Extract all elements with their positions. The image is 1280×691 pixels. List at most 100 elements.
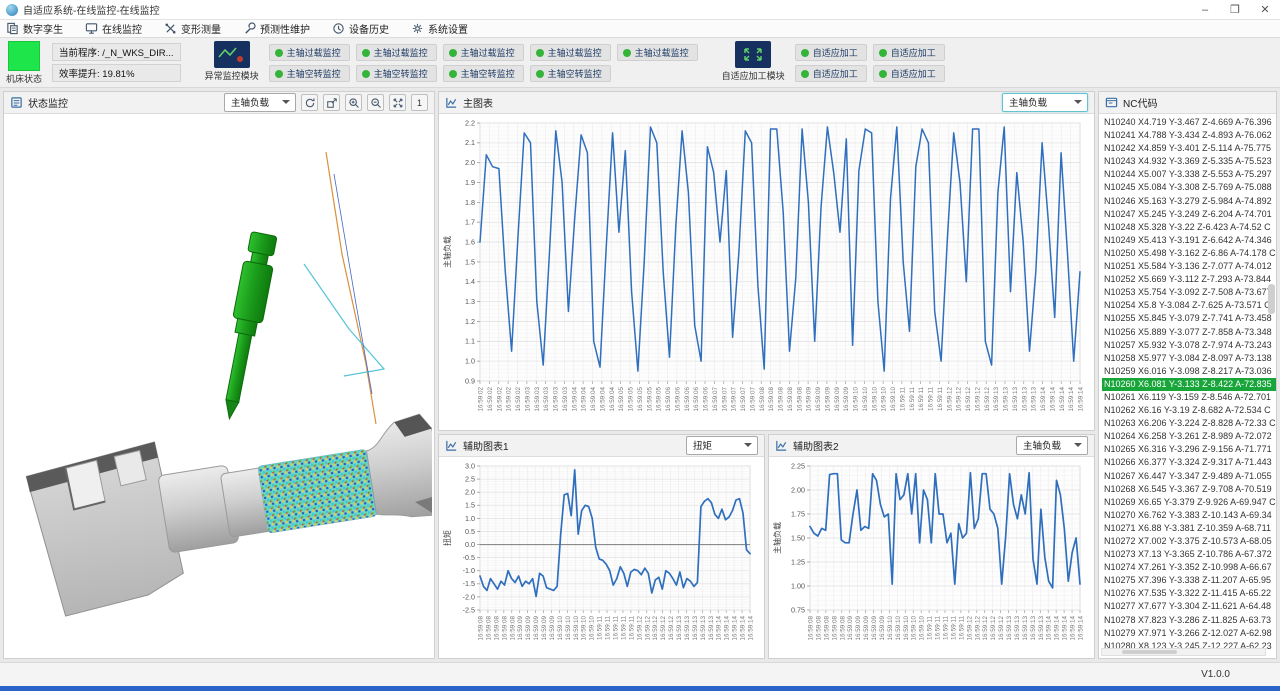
status-dot-icon — [623, 49, 631, 57]
menu-item-digital-twin[interactable]: 数字孪生 — [6, 21, 63, 36]
spindle-overload-button-1[interactable]: 主轴过载监控 — [269, 44, 350, 61]
nc-code-line[interactable]: N10259 X6.016 Y-3.098 Z-8.217 A-73.036 — [1102, 365, 1276, 378]
nc-code-line[interactable]: N10246 X5.163 Y-3.279 Z-5.984 A-74.892 — [1102, 195, 1276, 208]
nc-horizontal-scrollbar[interactable] — [1101, 648, 1266, 656]
svg-text:16:59:09: 16:59:09 — [549, 616, 556, 641]
nc-code-line[interactable]: N10253 X5.754 Y-3.092 Z-7.508 A-73.677 — [1102, 286, 1276, 299]
nc-code-line[interactable]: N10247 X5.245 Y-3.249 Z-6.204 A-74.701 — [1102, 208, 1276, 221]
nc-code-line[interactable]: N10276 X7.535 Y-3.322 Z-11.415 A-65.22 — [1102, 587, 1276, 600]
nc-vscroll-thumb[interactable] — [1268, 284, 1275, 314]
nc-code-line[interactable]: N10266 X6.377 Y-3.324 Z-9.317 A-71.443 — [1102, 456, 1276, 469]
menu-item-system-settings[interactable]: 系统设置 — [411, 21, 468, 36]
nc-hscroll-thumb[interactable] — [1122, 650, 1177, 654]
button-label: 主轴空转监控 — [287, 67, 341, 80]
adaptive-machining-button-2[interactable]: 自适应加工 — [873, 44, 945, 61]
nc-code-line[interactable]: N10278 X7.823 Y-3.286 Z-11.825 A-63.73 — [1102, 614, 1276, 627]
nc-code-line[interactable]: N10262 X6.16 Y-3.19 Z-8.682 A-72.534 C — [1102, 404, 1276, 417]
nc-code-list[interactable]: N10240 X4.719 Y-3.467 Z-4.669 A-76.396N1… — [1099, 114, 1276, 658]
zoom-in-button[interactable] — [345, 94, 362, 111]
nc-code-line[interactable]: N10264 X6.258 Y-3.261 Z-8.989 A-72.072 — [1102, 430, 1276, 443]
nc-vertical-scrollbar[interactable] — [1268, 116, 1275, 416]
menu-item-deform-measure[interactable]: 变形测量 — [164, 21, 221, 36]
svg-text:16:59:12: 16:59:12 — [668, 616, 675, 641]
spindle-overload-button-2[interactable]: 主轴过载监控 — [356, 44, 437, 61]
status-signal-dropdown[interactable]: 主轴负载 — [224, 93, 296, 112]
nc-code-line[interactable]: N10249 X5.413 Y-3.191 Z-6.642 A-74.346 — [1102, 234, 1276, 247]
nc-code-line[interactable]: N10279 X7.971 Y-3.266 Z-12.027 A-62.98 — [1102, 627, 1276, 640]
nc-code-line[interactable]: N10257 X5.932 Y-3.078 Z-7.974 A-73.243 — [1102, 339, 1276, 352]
adaptive-module[interactable]: 自适应加工模块 — [722, 41, 785, 82]
window-controls: – ❐ ✕ — [1190, 0, 1280, 19]
spindle-overload-button-4[interactable]: 主轴过载监控 — [530, 44, 611, 61]
svg-text:1.25: 1.25 — [791, 557, 805, 566]
nc-code-line[interactable]: N10268 X6.545 Y-3.367 Z-9.708 A-70.519 — [1102, 483, 1276, 496]
aux-chart1-signal-dropdown[interactable]: 扭矩 — [686, 436, 758, 455]
pan-view-button[interactable] — [323, 94, 340, 111]
spindle-idle-button-1[interactable]: 主轴空转监控 — [269, 65, 350, 82]
nc-code-line[interactable]: N10244 X5.007 Y-3.338 Z-5.553 A-75.297 — [1102, 168, 1276, 181]
nc-code-line[interactable]: N10269 X6.65 Y-3.379 Z-9.926 A-69.947 C — [1102, 496, 1276, 509]
nc-code-line[interactable]: N10242 X4.859 Y-3.401 Z-5.114 A-75.775 — [1102, 142, 1276, 155]
anomaly-module[interactable]: 异常监控模块 — [205, 41, 259, 82]
nc-code-line[interactable]: N10241 X4.788 Y-3.434 Z-4.893 A-76.062 — [1102, 129, 1276, 142]
nc-code-line[interactable]: N10270 X6.762 Y-3.383 Z-10.143 A-69.34 — [1102, 509, 1276, 522]
nc-code-panel: NC代码 N10240 X4.719 Y-3.467 Z-4.669 A-76.… — [1098, 91, 1277, 659]
svg-text:16:59:08: 16:59:08 — [839, 616, 846, 641]
nc-code-line[interactable]: N10267 X6.447 Y-3.347 Z-9.489 A-71.055 — [1102, 470, 1276, 483]
nc-code-line[interactable]: N10256 X5.889 Y-3.077 Z-7.858 A-73.348 — [1102, 326, 1276, 339]
nc-code-line-selected[interactable]: N10260 X6.081 Y-3.133 Z-8.422 A-72.835 — [1102, 378, 1276, 391]
adaptive-module-icon — [735, 41, 771, 68]
nc-code-line[interactable]: N10250 X5.498 Y-3.162 Z-6.86 A-74.178 C — [1102, 247, 1276, 260]
zoom-out-button[interactable] — [367, 94, 384, 111]
svg-text:2.5: 2.5 — [465, 474, 475, 483]
machine-3d-viewport[interactable] — [4, 114, 434, 658]
nc-code-line[interactable]: N10240 X4.719 Y-3.467 Z-4.669 A-76.396 — [1102, 116, 1276, 129]
nc-panel-header: NC代码 — [1099, 92, 1276, 114]
anomaly-module-icon — [214, 41, 250, 68]
maximize-button[interactable]: ❐ — [1220, 0, 1250, 19]
adaptive-machining-button-3[interactable]: 自适应加工 — [795, 65, 867, 82]
nc-code-line[interactable]: N10252 X5.669 Y-3.112 Z-7.293 A-73.844 — [1102, 273, 1276, 286]
nc-code-line[interactable]: N10243 X4.932 Y-3.369 Z-5.335 A-75.523 — [1102, 155, 1276, 168]
svg-text:2.00: 2.00 — [791, 485, 805, 494]
nc-code-line[interactable]: N10275 X7.396 Y-3.338 Z-11.207 A-65.95 — [1102, 574, 1276, 587]
nc-code-line[interactable]: N10261 X6.119 Y-3.159 Z-8.546 A-72.701 — [1102, 391, 1276, 404]
nc-code-line[interactable]: N10255 X5.845 Y-3.079 Z-7.741 A-73.458 — [1102, 312, 1276, 325]
svg-text:1.5: 1.5 — [465, 501, 475, 510]
view-count-button[interactable]: 1 — [411, 94, 428, 111]
nc-code-line[interactable]: N10277 X7.677 Y-3.304 Z-11.621 A-64.48 — [1102, 600, 1276, 613]
spindle-overload-button-3[interactable]: 主轴过载监控 — [443, 44, 524, 61]
nc-code-line[interactable]: N10258 X5.977 Y-3.084 Z-8.097 A-73.138 — [1102, 352, 1276, 365]
spindle-idle-button-3[interactable]: 主轴空转监控 — [443, 65, 524, 82]
spindle-idle-button-2[interactable]: 主轴空转监控 — [356, 65, 437, 82]
nc-code-line[interactable]: N10271 X6.88 Y-3.381 Z-10.359 A-68.711 — [1102, 522, 1276, 535]
nc-code-line[interactable]: N10274 X7.261 Y-3.352 Z-10.998 A-66.67 — [1102, 561, 1276, 574]
adaptive-machining-button-1[interactable]: 自适应加工 — [795, 44, 867, 61]
nc-code-line[interactable]: N10248 X5.328 Y-3.22 Z-6.423 A-74.52 C — [1102, 221, 1276, 234]
rotate-view-button[interactable] — [301, 94, 318, 111]
nc-code-line[interactable]: N10272 X7.002 Y-3.375 Z-10.573 A-68.05 — [1102, 535, 1276, 548]
minimize-button[interactable]: – — [1190, 0, 1220, 19]
menu-item-online-monitor[interactable]: 在线监控 — [85, 21, 142, 36]
svg-text:16:59:11: 16:59:11 — [927, 616, 934, 641]
main-chart-signal-dropdown[interactable]: 主轴负载 — [1002, 93, 1088, 112]
nc-code-line[interactable]: N10245 X5.084 Y-3.308 Z-5.769 A-75.088 — [1102, 181, 1276, 194]
aux-chart2-signal-dropdown[interactable]: 主轴负载 — [1016, 436, 1088, 455]
svg-text:16:59:07: 16:59:07 — [712, 387, 719, 412]
nc-code-line[interactable]: N10263 X6.206 Y-3.224 Z-8.828 A-72.33 C — [1102, 417, 1276, 430]
nc-code-line[interactable]: N10254 X5.8 Y-3.084 Z-7.625 A-73.571 C — [1102, 299, 1276, 312]
spindle-overload-button-5[interactable]: 主轴过载监控 — [617, 44, 698, 61]
fit-view-button[interactable] — [389, 94, 406, 111]
svg-text:16:59:12: 16:59:12 — [984, 387, 991, 412]
spindle-idle-button-4[interactable]: 主轴空转监控 — [530, 65, 611, 82]
efficiency-label: 效率提升: 19.81% — [52, 64, 181, 82]
svg-text:16:59:10: 16:59:10 — [890, 387, 897, 412]
adaptive-machining-button-4[interactable]: 自适应加工 — [873, 65, 945, 82]
close-button[interactable]: ✕ — [1250, 0, 1280, 19]
svg-text:16:59:11: 16:59:11 — [597, 616, 604, 641]
menu-item-predictive-maintenance[interactable]: 预测性维护 — [243, 21, 310, 36]
nc-code-line[interactable]: N10273 X7.13 Y-3.365 Z-10.786 A-67.372 — [1102, 548, 1276, 561]
nc-code-line[interactable]: N10265 X6.316 Y-3.296 Z-9.156 A-71.771 — [1102, 443, 1276, 456]
menu-item-device-history[interactable]: 设备历史 — [332, 21, 389, 36]
nc-code-line[interactable]: N10251 X5.584 Y-3.136 Z-7.077 A-74.012 — [1102, 260, 1276, 273]
